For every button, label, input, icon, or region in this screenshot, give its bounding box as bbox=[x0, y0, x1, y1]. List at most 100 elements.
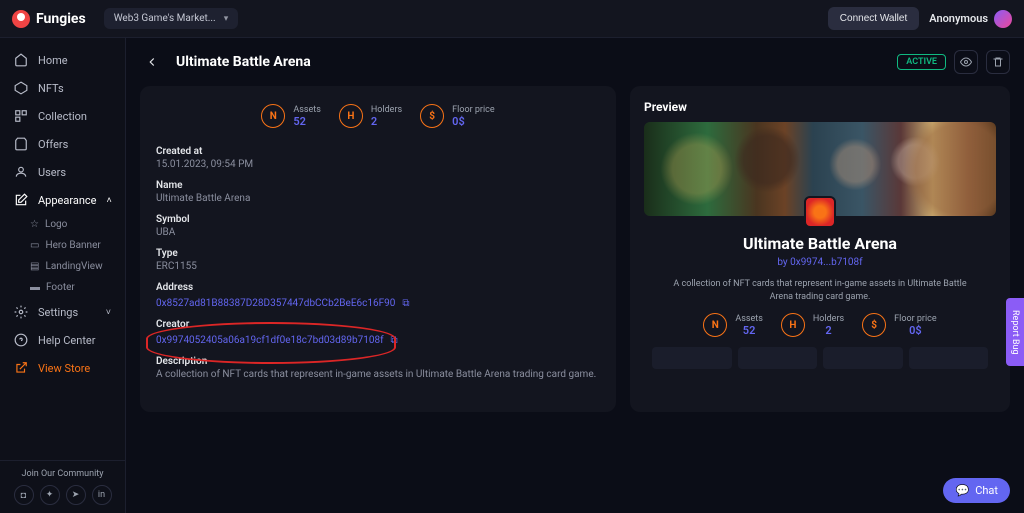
preview-author: by 0x9974...b7108f bbox=[652, 257, 988, 268]
pv-stat-floor: $ Floor price0$ bbox=[862, 313, 937, 337]
field-type: Type ERC1155 bbox=[156, 248, 600, 272]
topbar: Fungies Web3 Game's Market... ▾ Connect … bbox=[0, 0, 1024, 38]
copy-address-icon[interactable]: ⧉ bbox=[402, 298, 409, 309]
preview-section-title: Preview bbox=[644, 100, 996, 114]
chevron-up-icon: ˄ bbox=[107, 195, 112, 206]
sidebar-sub-landingview[interactable]: ▤LandingView bbox=[0, 256, 125, 277]
holders-icon: H bbox=[781, 313, 805, 337]
field-description: Description A collection of NFT cards th… bbox=[156, 356, 600, 380]
sidebar-item-label: Appearance bbox=[38, 194, 97, 207]
stat-assets: N Assets 52 bbox=[261, 104, 321, 128]
stat-floor: $ Floor price 0$ bbox=[420, 104, 495, 128]
sidebar-item-help[interactable]: Help Center bbox=[0, 326, 125, 354]
assets-icon: N bbox=[261, 104, 285, 128]
field-creator: Creator 0x9974052405a06a19cf1df0e18c7bd0… bbox=[156, 319, 600, 346]
dollar-icon: $ bbox=[862, 313, 886, 337]
dollar-icon: $ bbox=[420, 104, 444, 128]
chevron-down-icon: ˅ bbox=[106, 307, 111, 318]
appearance-icon bbox=[14, 193, 28, 207]
sidebar-item-appearance[interactable]: Appearance ˄ bbox=[0, 186, 125, 214]
user-name: Anonymous bbox=[929, 12, 988, 25]
sidebar-item-label: Offers bbox=[38, 138, 68, 151]
layout-icon: ▤ bbox=[30, 261, 39, 272]
report-bug-tab[interactable]: Report Bug bbox=[1006, 298, 1024, 367]
author-link[interactable]: 0x9974...b7108f bbox=[790, 257, 863, 268]
sidebar-item-home[interactable]: Home bbox=[0, 46, 125, 74]
sidebar-item-label: View Store bbox=[38, 362, 90, 375]
preview-stats: N Assets52 H Holders2 $ Floor price0$ bbox=[652, 313, 988, 337]
sidebar-item-settings[interactable]: Settings ˅ bbox=[0, 298, 125, 326]
sidebar-item-label: Help Center bbox=[38, 334, 96, 347]
address-link[interactable]: 0x8527ad81B88387D28D357447dbCCb2BeE6c16F… bbox=[156, 298, 395, 309]
sidebar-item-collection[interactable]: Collection bbox=[0, 102, 125, 130]
linkedin-icon[interactable]: in bbox=[92, 485, 112, 505]
telegram-icon[interactable]: ➤ bbox=[66, 485, 86, 505]
home-icon bbox=[14, 53, 28, 67]
collection-badge-icon bbox=[804, 196, 836, 228]
offers-icon bbox=[14, 137, 28, 151]
users-icon bbox=[14, 165, 28, 179]
nft-card-placeholder[interactable] bbox=[738, 347, 818, 369]
social-row: ◘ ✦ ➤ in bbox=[8, 485, 117, 505]
user-chip[interactable]: Anonymous bbox=[929, 10, 1012, 28]
main-area: Ultimate Battle Arena ACTIVE N Assets 52 bbox=[126, 38, 1024, 513]
preview-card-row bbox=[652, 347, 988, 369]
sidebar-item-label: Settings bbox=[38, 306, 78, 319]
footer-icon: ▬ bbox=[30, 282, 40, 293]
connect-wallet-button[interactable]: Connect Wallet bbox=[828, 7, 919, 30]
sidebar-sub-footer[interactable]: ▬Footer bbox=[0, 277, 125, 298]
collection-icon bbox=[14, 109, 28, 123]
field-created: Created at 15.01.2023, 09:54 PM bbox=[156, 146, 600, 170]
page-title: Ultimate Battle Arena bbox=[176, 54, 311, 70]
sidebar-item-label: Collection bbox=[38, 110, 87, 123]
preview-title: Ultimate Battle Arena bbox=[652, 234, 988, 253]
sidebar-item-users[interactable]: Users bbox=[0, 158, 125, 186]
discord-icon[interactable]: ◘ bbox=[14, 485, 34, 505]
sidebar-item-nfts[interactable]: NFTs bbox=[0, 74, 125, 102]
banner-icon: ▭ bbox=[30, 240, 39, 251]
external-link-icon bbox=[14, 361, 28, 375]
sidebar-item-view-store[interactable]: View Store bbox=[0, 354, 125, 382]
topbar-right: Connect Wallet Anonymous bbox=[828, 7, 1012, 30]
back-button[interactable] bbox=[140, 50, 164, 74]
creator-link[interactable]: 0x9974052405a06a19cf1df0e18c7bd03d89b710… bbox=[156, 335, 384, 346]
stats-row: N Assets 52 H Holders 2 bbox=[154, 100, 602, 138]
sidebar-item-label: Users bbox=[38, 166, 66, 179]
chat-icon: 💬 bbox=[955, 484, 969, 497]
twitter-icon[interactable]: ✦ bbox=[40, 485, 60, 505]
preview-body: Ultimate Battle Arena by 0x9974...b7108f… bbox=[644, 216, 996, 377]
project-selector[interactable]: Web3 Game's Market... ▾ bbox=[104, 8, 239, 29]
chevron-down-icon: ▾ bbox=[224, 14, 229, 24]
help-icon bbox=[14, 333, 28, 347]
sidebar-item-offers[interactable]: Offers bbox=[0, 130, 125, 158]
logo-icon bbox=[12, 10, 30, 28]
field-name: Name Ultimate Battle Arena bbox=[156, 180, 600, 204]
pv-stat-holders: H Holders2 bbox=[781, 313, 844, 337]
pv-stat-assets: N Assets52 bbox=[703, 313, 763, 337]
sidebar-sub-hero-banner[interactable]: ▭Hero Banner bbox=[0, 235, 125, 256]
community-label: Join Our Community bbox=[8, 469, 117, 479]
page-header: Ultimate Battle Arena ACTIVE bbox=[140, 50, 1010, 74]
details-panel: N Assets 52 H Holders 2 bbox=[140, 86, 616, 412]
header-actions: ACTIVE bbox=[897, 50, 1010, 74]
sidebar-item-label: Home bbox=[38, 54, 68, 67]
delete-button[interactable] bbox=[986, 50, 1010, 74]
field-symbol: Symbol UBA bbox=[156, 214, 600, 238]
project-name: Web3 Game's Market... bbox=[114, 13, 216, 24]
star-icon: ☆ bbox=[30, 219, 39, 230]
brand-name: Fungies bbox=[36, 11, 86, 27]
nft-card-placeholder[interactable] bbox=[823, 347, 903, 369]
copy-creator-icon[interactable]: ⧉ bbox=[391, 335, 398, 346]
nft-card-placeholder[interactable] bbox=[652, 347, 732, 369]
visibility-button[interactable] bbox=[954, 50, 978, 74]
chat-button[interactable]: 💬 Chat bbox=[943, 478, 1010, 503]
status-badge: ACTIVE bbox=[897, 54, 946, 70]
details-list: Created at 15.01.2023, 09:54 PM Name Ult… bbox=[154, 138, 602, 398]
nft-card-placeholder[interactable] bbox=[909, 347, 989, 369]
gear-icon bbox=[14, 305, 28, 319]
sidebar-sub-logo[interactable]: ☆Logo bbox=[0, 214, 125, 235]
nft-icon bbox=[14, 81, 28, 95]
brand-logo[interactable]: Fungies bbox=[12, 10, 86, 28]
sidebar-item-label: NFTs bbox=[38, 82, 64, 95]
preview-description: A collection of NFT cards that represent… bbox=[666, 278, 974, 303]
